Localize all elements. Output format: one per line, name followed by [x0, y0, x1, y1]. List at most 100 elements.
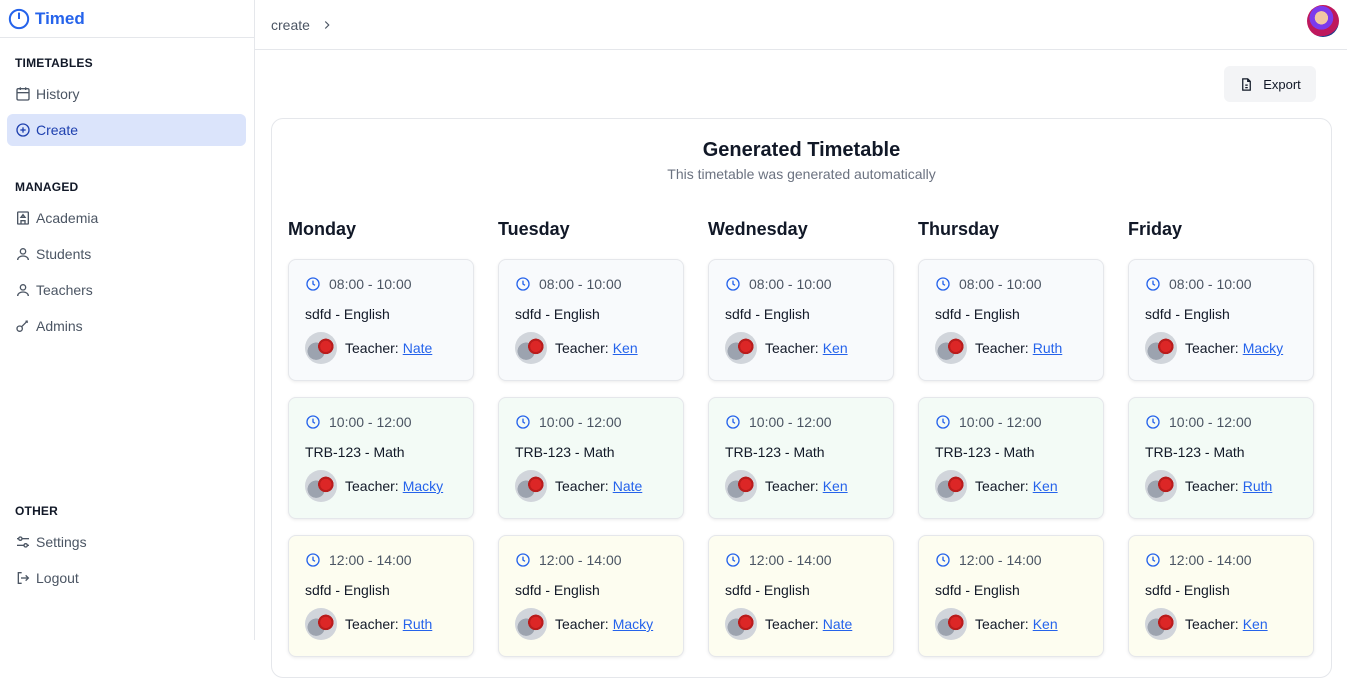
slot-subject: sdfd - English	[1145, 306, 1230, 322]
teacher-avatar	[725, 608, 757, 640]
slot-time: 08:00 - 10:00	[515, 276, 622, 292]
timetable-slot[interactable]: 12:00 - 14:00 sdfd - English Teacher: Ken	[1128, 535, 1314, 657]
teacher-link[interactable]: Nate	[823, 616, 853, 632]
slot-teacher: Teacher: Ken	[935, 470, 1058, 502]
slot-time: 10:00 - 12:00	[725, 414, 832, 430]
slot-time-text: 08:00 - 10:00	[329, 276, 412, 292]
teacher-link[interactable]: Ruth	[1033, 340, 1063, 356]
teacher-link[interactable]: Macky	[1243, 340, 1283, 356]
day-heading: Tuesday	[498, 219, 570, 239]
timetable-slot[interactable]: 10:00 - 12:00 TRB-123 - Math Teacher: Ruth	[1128, 397, 1314, 519]
timetable-slot[interactable]: 08:00 - 10:00 sdfd - English Teacher: Nate	[288, 259, 474, 381]
slot-time: 08:00 - 10:00	[725, 276, 832, 292]
building-icon	[17, 211, 29, 225]
teacher-link[interactable]: Ken	[823, 478, 848, 494]
teacher-link[interactable]: Ken	[823, 340, 848, 356]
slot-subject: sdfd - English	[1145, 582, 1230, 598]
clock-icon	[516, 553, 530, 567]
clock-icon	[306, 553, 320, 567]
timetable-slot[interactable]: 12:00 - 14:00 sdfd - English Teacher: Nate	[708, 535, 894, 657]
teacher-link[interactable]: Nate	[403, 340, 433, 356]
teacher-prefix: Teacher:	[975, 340, 1029, 356]
sidebar-item-create[interactable]: Create	[7, 114, 246, 146]
teacher-link[interactable]: Ken	[1033, 478, 1058, 494]
sidebar-item-label: Logout	[36, 570, 79, 586]
slot-subject: sdfd - English	[305, 582, 390, 598]
teacher-avatar	[305, 332, 337, 364]
teacher-avatar	[1145, 332, 1177, 364]
timetable-slot[interactable]: 08:00 - 10:00 sdfd - English Teacher: Macky	[1128, 259, 1314, 381]
user-avatar[interactable]	[1307, 5, 1339, 37]
sidebar-item-label: Admins	[36, 318, 83, 334]
teacher-link[interactable]: Ruth	[403, 616, 433, 632]
teacher-avatar	[935, 608, 967, 640]
timetable-slot[interactable]: 10:00 - 12:00 TRB-123 - Math Teacher: Ken	[918, 397, 1104, 519]
teacher-prefix: Teacher:	[975, 478, 1029, 494]
teacher-link[interactable]: Ken	[1243, 616, 1268, 632]
teacher-link[interactable]: Macky	[613, 616, 653, 632]
timetable-slot[interactable]: 12:00 - 14:00 sdfd - English Teacher: Ken	[918, 535, 1104, 657]
teacher-link[interactable]: Ken	[1033, 616, 1058, 632]
breadcrumb[interactable]: create	[271, 17, 334, 33]
slot-time: 12:00 - 14:00	[515, 552, 622, 568]
timetable-slot[interactable]: 10:00 - 12:00 TRB-123 - Math Teacher: Ken	[708, 397, 894, 519]
slot-subject: sdfd - English	[935, 306, 1020, 322]
slot-subject: sdfd - English	[725, 582, 810, 598]
calendar-icon	[16, 87, 30, 101]
timetable-subtitle: This timetable was generated automatical…	[667, 166, 936, 182]
clock-icon	[726, 415, 740, 429]
timetable-slot[interactable]: 08:00 - 10:00 sdfd - English Teacher: Ken	[498, 259, 684, 381]
sidebar-item-students[interactable]: Students	[7, 238, 246, 270]
breadcrumb-item[interactable]: create	[271, 17, 310, 33]
export-button[interactable]: Export	[1224, 66, 1316, 102]
timetable-slot[interactable]: 12:00 - 14:00 sdfd - English Teacher: Macky	[498, 535, 684, 657]
key-icon	[16, 320, 29, 332]
sidebar-item-logout[interactable]: Logout	[7, 562, 246, 594]
export-label: Export	[1263, 76, 1301, 92]
teacher-link[interactable]: Ken	[613, 340, 638, 356]
teacher-link[interactable]: Macky	[403, 478, 443, 494]
sidebar-item-settings[interactable]: Settings	[7, 526, 246, 558]
slot-subject: TRB-123 - Math	[1145, 444, 1245, 460]
slot-time-text: 08:00 - 10:00	[539, 276, 622, 292]
sidebar-item-history[interactable]: History	[7, 78, 246, 110]
slot-subject: TRB-123 - Math	[935, 444, 1035, 460]
slot-teacher: Teacher: Nate	[305, 332, 432, 364]
slot-teacher: Teacher: Ken	[725, 332, 848, 364]
sidebar-item-academia[interactable]: Academia	[7, 202, 246, 234]
slot-time-text: 12:00 - 14:00	[539, 552, 622, 568]
clock-icon	[726, 277, 740, 291]
timetable-slot[interactable]: 12:00 - 14:00 sdfd - English Teacher: Ruth	[288, 535, 474, 657]
slot-time: 08:00 - 10:00	[1145, 276, 1252, 292]
teacher-avatar	[935, 470, 967, 502]
teacher-avatar	[725, 470, 757, 502]
brand[interactable]: Timed	[0, 0, 254, 38]
timetable-slot[interactable]: 10:00 - 12:00 TRB-123 - Math Teacher: Nate	[498, 397, 684, 519]
day-column-friday: Friday 08:00 - 10:00 sdfd - English Teacher…	[1128, 219, 1314, 657]
clock-icon	[1146, 553, 1160, 567]
teacher-avatar	[515, 470, 547, 502]
teacher-avatar	[1145, 608, 1177, 640]
teacher-link[interactable]: Ruth	[1243, 478, 1273, 494]
teacher-avatar	[515, 332, 547, 364]
slot-time-text: 08:00 - 10:00	[959, 276, 1042, 292]
sidebar-item-label: Create	[36, 122, 79, 138]
timetable-slot[interactable]: 08:00 - 10:00 sdfd - English Teacher: Ruth	[918, 259, 1104, 381]
slot-time: 10:00 - 12:00	[305, 414, 412, 430]
slot-time: 12:00 - 14:00	[935, 552, 1042, 568]
clock-icon	[936, 415, 950, 429]
sidebar-item-teachers[interactable]: Teachers	[7, 274, 246, 306]
plus-circle-icon	[16, 123, 30, 137]
slot-time: 12:00 - 14:00	[305, 552, 412, 568]
slot-teacher: Teacher: Ruth	[305, 608, 432, 640]
slot-teacher: Teacher: Ken	[1145, 608, 1268, 640]
teacher-avatar	[305, 608, 337, 640]
teacher-prefix: Teacher:	[555, 616, 609, 632]
sidebar-item-admins[interactable]: Admins	[7, 310, 246, 342]
sidebar-item-label: Students	[36, 246, 92, 262]
timetable-slot[interactable]: 10:00 - 12:00 TRB-123 - Math Teacher: Macky	[288, 397, 474, 519]
teacher-link[interactable]: Nate	[613, 478, 643, 494]
teacher-prefix: Teacher:	[765, 478, 819, 494]
slot-subject: TRB-123 - Math	[515, 444, 615, 460]
timetable-slot[interactable]: 08:00 - 10:00 sdfd - English Teacher: Ken	[708, 259, 894, 381]
